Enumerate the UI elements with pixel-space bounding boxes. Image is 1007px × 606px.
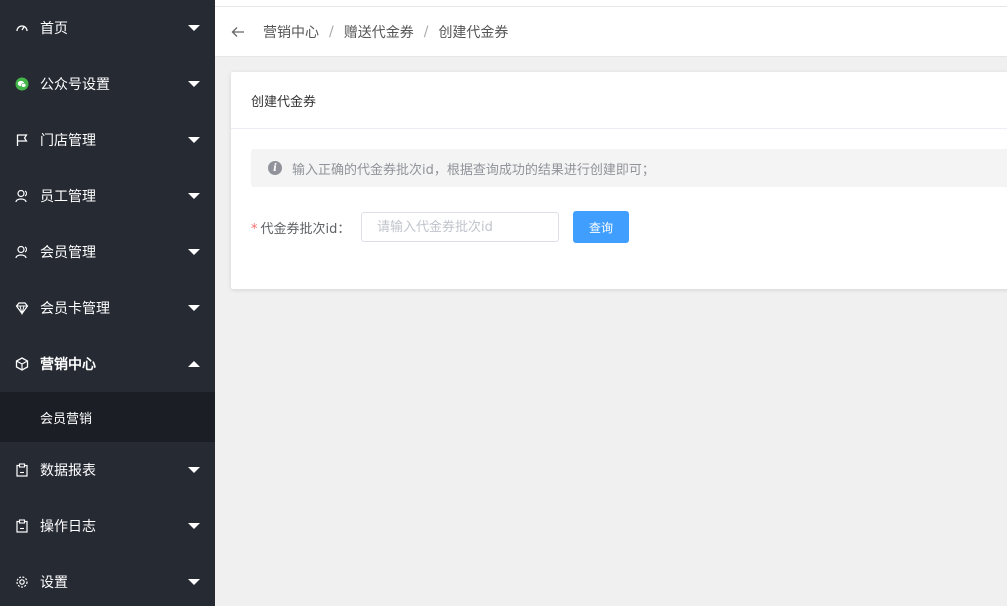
info-icon: i bbox=[268, 161, 282, 175]
breadcrumb-separator: / bbox=[329, 23, 334, 40]
sidebar-item-label: 会员卡管理 bbox=[40, 301, 110, 317]
voucher-batch-id-label-text: 代金券批次id： bbox=[260, 221, 351, 237]
create-voucher-card: 创建代金券 i 输入正确的代金券批次id，根据查询成功的结果进行创建即可； * 代… bbox=[231, 72, 1007, 289]
sidebar-item-label: 操作日志 bbox=[40, 519, 96, 535]
sidebar-item-label: 首页 bbox=[40, 21, 68, 37]
sidebar-item-member-cards[interactable]: 会员卡管理 bbox=[0, 280, 215, 336]
voucher-batch-form: *代金券批次id： 查询 bbox=[251, 211, 629, 243]
chevron-down-icon bbox=[188, 579, 200, 585]
diamond-icon bbox=[15, 301, 29, 315]
top-header bbox=[215, 0, 1007, 7]
sidebar-item-label: 营销中心 bbox=[40, 357, 96, 373]
clipboard-icon bbox=[15, 519, 29, 533]
chevron-down-icon bbox=[188, 81, 200, 87]
sidebar-item-wechat-settings[interactable]: 公众号设置 bbox=[0, 56, 215, 112]
voucher-batch-id-input[interactable] bbox=[361, 212, 559, 242]
sidebar-item-stores[interactable]: 门店管理 bbox=[0, 112, 215, 168]
dashboard-icon bbox=[15, 21, 29, 35]
sidebar-item-label: 员工管理 bbox=[40, 189, 96, 205]
sidebar-item-label: 会员管理 bbox=[40, 245, 96, 261]
chevron-down-icon bbox=[188, 137, 200, 143]
chevron-down-icon bbox=[188, 193, 200, 199]
back-arrow-icon[interactable] bbox=[230, 24, 246, 40]
alert-text: 输入正确的代金券批次id，根据查询成功的结果进行创建即可； bbox=[292, 162, 655, 178]
breadcrumb-item-gift-voucher[interactable]: 赠送代金券 bbox=[344, 22, 414, 42]
sidebar-item-logs[interactable]: 操作日志 bbox=[0, 498, 215, 554]
sidebar-item-members[interactable]: 会员管理 bbox=[0, 224, 215, 280]
required-mark: * bbox=[251, 221, 258, 237]
sidebar-item-label: 设置 bbox=[40, 575, 68, 591]
breadcrumb: 营销中心 / 赠送代金券 / 创建代金券 bbox=[215, 7, 1007, 57]
breadcrumb-item-marketing[interactable]: 营销中心 bbox=[263, 22, 319, 42]
info-alert: i 输入正确的代金券批次id，根据查询成功的结果进行创建即可； bbox=[251, 149, 1007, 187]
sidebar-item-reports[interactable]: 数据报表 bbox=[0, 442, 215, 498]
chevron-down-icon bbox=[188, 305, 200, 311]
chevron-down-icon bbox=[188, 25, 200, 31]
chevron-down-icon bbox=[188, 523, 200, 529]
chevron-down-icon bbox=[188, 467, 200, 473]
card-title: 创建代金券 bbox=[231, 72, 1007, 129]
sidebar: 首页 公众号设置 门店管理 员工管理 会员管理 会员卡管理 营销中心 会员营销 … bbox=[0, 0, 215, 606]
sidebar-item-staff[interactable]: 员工管理 bbox=[0, 168, 215, 224]
sidebar-subitem-member-marketing[interactable]: 会员营销 bbox=[0, 392, 215, 442]
sidebar-item-label: 门店管理 bbox=[40, 133, 96, 149]
user-icon bbox=[15, 189, 29, 203]
wechat-icon bbox=[15, 77, 29, 91]
sidebar-item-marketing[interactable]: 营销中心 bbox=[0, 336, 215, 392]
clipboard-icon bbox=[15, 463, 29, 477]
breadcrumb-separator: / bbox=[423, 23, 429, 40]
sidebar-item-settings[interactable]: 设置 bbox=[0, 554, 215, 606]
sidebar-subitem-label: 会员营销 bbox=[40, 411, 93, 427]
gear-icon bbox=[15, 575, 29, 589]
sidebar-item-label: 公众号设置 bbox=[40, 77, 110, 93]
chevron-up-icon bbox=[188, 361, 200, 367]
sidebar-item-label: 数据报表 bbox=[40, 463, 96, 479]
voucher-batch-id-label: * 代金券批次id： bbox=[251, 218, 361, 237]
breadcrumb-item-create-voucher: 创建代金券 bbox=[438, 24, 509, 41]
sidebar-item-home[interactable]: 首页 bbox=[0, 0, 215, 56]
chevron-down-icon bbox=[188, 249, 200, 255]
box-icon bbox=[15, 357, 29, 371]
query-button[interactable]: 查询 bbox=[573, 211, 629, 243]
flag-icon bbox=[15, 133, 29, 147]
user-icon bbox=[15, 245, 29, 259]
